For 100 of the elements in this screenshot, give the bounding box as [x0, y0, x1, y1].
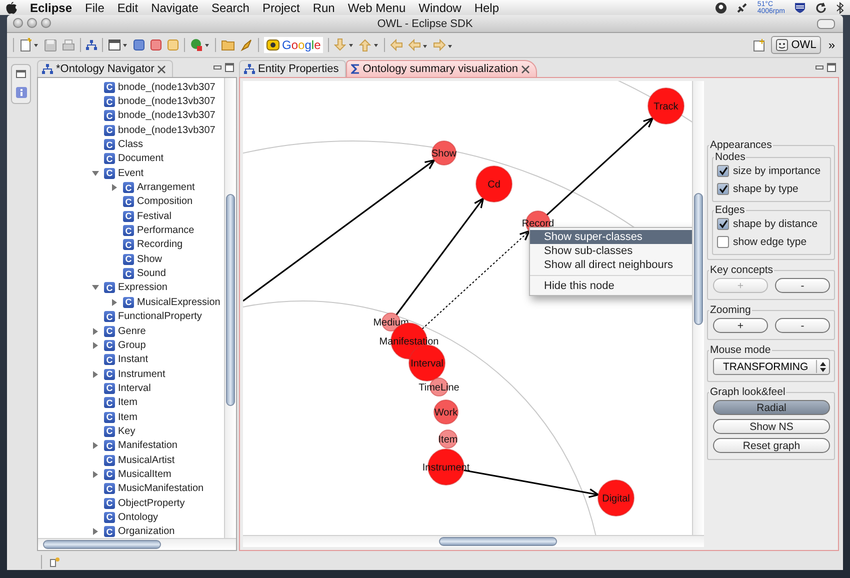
tree-item[interactable]: C Key [38, 424, 224, 439]
tree-item[interactable]: C MusicManifestation [38, 482, 224, 496]
maximize-icon[interactable] [225, 63, 234, 72]
overflow-button[interactable]: » [826, 38, 837, 52]
open-perspective-icon[interactable] [753, 38, 766, 52]
minimize-icon[interactable] [815, 63, 824, 72]
tree-item[interactable]: C Sound [38, 266, 224, 281]
tree-item[interactable]: C bnode_(node13vb307 [38, 94, 224, 109]
toolbar-toggle-button[interactable] [817, 19, 835, 29]
round-button[interactable]: Show NS [713, 419, 830, 434]
instance-icon[interactable] [150, 39, 162, 51]
print-icon[interactable] [62, 38, 75, 52]
tree-item[interactable]: C MusicalExpression [38, 295, 224, 310]
checkbox[interactable] [717, 236, 729, 248]
user-icon[interactable] [715, 2, 728, 14]
tree-item[interactable]: C bnode_(node13vb307 [38, 80, 224, 94]
expand-arrow-icon[interactable] [111, 184, 118, 192]
round-button[interactable]: - [775, 278, 830, 293]
expand-arrow-icon[interactable] [92, 370, 99, 378]
up-arrow-icon[interactable] [358, 38, 379, 52]
menu-item[interactable]: File [85, 0, 104, 14]
graph-node[interactable]: Show [432, 140, 456, 166]
tree-item[interactable]: C FunctionalProperty [38, 310, 224, 324]
tree-item[interactable]: C Show [38, 252, 224, 266]
menu-item[interactable]: Edit [117, 0, 138, 14]
close-button[interactable] [13, 18, 23, 28]
tree-item[interactable]: C Ontology [38, 510, 224, 525]
expand-arrow-icon[interactable] [111, 298, 118, 306]
context-menu-item[interactable]: Show super-classes [530, 230, 692, 244]
hierarchy-icon[interactable] [244, 64, 255, 74]
tree-item[interactable]: C Event [38, 166, 224, 180]
editor-tab[interactable]: Entity Properties [239, 60, 346, 77]
maximize-icon[interactable] [827, 63, 836, 72]
menu-item[interactable]: Web Menu [348, 0, 406, 14]
editor-tab[interactable]: Ontology summary visualization [346, 60, 537, 77]
collapse-arrow-icon[interactable] [92, 284, 99, 292]
run-icon[interactable] [190, 38, 210, 52]
info-icon[interactable] [16, 87, 26, 98]
back-icon[interactable] [408, 39, 428, 51]
class-icon[interactable] [133, 39, 145, 51]
menu-item[interactable]: Project [262, 0, 300, 14]
menu-item[interactable]: Navigate [151, 0, 198, 14]
down-arrow-icon[interactable] [334, 38, 354, 52]
round-button[interactable]: - [775, 318, 830, 333]
new-file-icon[interactable] [19, 38, 39, 52]
google-search-button[interactable]: Google [264, 37, 323, 53]
context-menu-item[interactable]: Show sub-classes [530, 244, 692, 258]
zoom-button[interactable] [41, 18, 51, 28]
apple-logo-icon[interactable] [6, 2, 17, 14]
menu-item[interactable]: Window [418, 0, 462, 14]
checkbox[interactable] [717, 165, 729, 177]
checkbox[interactable] [717, 218, 729, 230]
vertical-scrollbar[interactable] [224, 78, 236, 538]
app-menu[interactable]: Eclipse [30, 0, 72, 14]
graph-node[interactable]: Interval [408, 344, 446, 382]
tree-item[interactable]: C bnode_(node13vb307 [38, 123, 224, 138]
side-toolbar[interactable] [11, 64, 31, 104]
expand-arrow-icon[interactable] [92, 442, 99, 450]
tree-item[interactable]: C MusicalArtist [38, 452, 224, 468]
mouse-mode-select[interactable]: TRANSFORMING [713, 358, 830, 375]
round-button[interactable]: Radial [713, 400, 830, 415]
context-menu-item[interactable]: Show all direct neighbours [530, 258, 692, 272]
tree-item[interactable]: C Instant [38, 352, 224, 367]
tree-item[interactable]: C Performance [38, 223, 224, 238]
sync-icon[interactable] [815, 2, 827, 14]
close-icon[interactable] [521, 64, 530, 74]
graph-node[interactable]: Work [434, 400, 458, 424]
round-button[interactable]: Reset graph [713, 438, 830, 453]
restore-icon[interactable] [16, 70, 26, 78]
collapse-arrow-icon[interactable] [92, 170, 99, 177]
tree-item[interactable]: C Interval [38, 381, 224, 396]
vertical-scrollbar[interactable] [692, 81, 704, 535]
expand-arrow-icon[interactable] [92, 528, 99, 536]
tree-item[interactable]: C Group [38, 338, 224, 353]
tree-item[interactable]: C MusicalItem [38, 467, 224, 482]
checkbox[interactable] [717, 183, 729, 195]
tree-item[interactable]: C Arrangement [38, 180, 224, 195]
graph-node[interactable]: Cd [476, 166, 512, 202]
graph-node[interactable]: Track [648, 88, 684, 124]
graph-node[interactable]: Item [438, 430, 458, 448]
hierarchy-icon[interactable] [42, 64, 53, 74]
expand-arrow-icon[interactable] [92, 328, 99, 335]
graph-node[interactable]: Digital [598, 480, 634, 516]
minimize-icon[interactable] [213, 63, 222, 72]
bluetooth-icon[interactable] [836, 2, 844, 14]
tree-item[interactable]: C Genre [38, 324, 224, 338]
minimize-button[interactable] [27, 18, 37, 28]
tree-item[interactable]: C Instrument [38, 366, 224, 382]
perspective-button[interactable]: OWL [771, 36, 822, 54]
tree-item[interactable]: C Expression [38, 280, 224, 296]
tree-item[interactable]: C Class [38, 137, 224, 152]
menu-item[interactable]: Run [312, 0, 335, 14]
round-button[interactable]: + [713, 318, 768, 333]
tree-item[interactable]: C Festival [38, 209, 224, 224]
expand-arrow-icon[interactable] [92, 470, 99, 478]
tree-item[interactable]: C Organization [38, 524, 224, 538]
tree-item[interactable]: C Manifestation [38, 438, 224, 453]
tree-item[interactable]: C bnode_(node13vb307 [38, 108, 224, 124]
tree-item[interactable]: C Recording [38, 238, 224, 252]
menu-item[interactable]: Help [474, 0, 500, 14]
